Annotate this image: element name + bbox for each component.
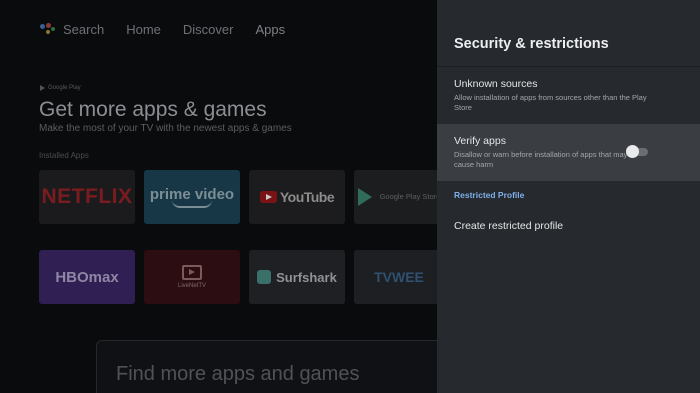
app-tile-prime-video[interactable]: prime video xyxy=(144,170,240,224)
restricted-profile-section-header: Restricted Profile xyxy=(454,190,525,200)
top-navigation: Search Home Discover Apps xyxy=(40,22,307,37)
installed-apps-label: Installed Apps xyxy=(39,151,89,160)
promo-subline: Make the most of your TV with the newest… xyxy=(39,123,292,134)
youtube-logo: YouTube xyxy=(279,189,335,205)
surfshark-icon xyxy=(257,270,272,284)
menu-item-create-restricted-profile[interactable]: Create restricted profile xyxy=(437,210,700,242)
unknown-sources-description: Allow installation of apps from sources … xyxy=(454,93,647,112)
create-restricted-profile-label: Create restricted profile xyxy=(454,220,564,232)
app-tile-livenettv[interactable]: LiveNetTV xyxy=(144,250,240,304)
livenettv-label: LiveNetTV xyxy=(177,283,206,289)
hbo-max-logo: HBOmax xyxy=(55,268,119,286)
search-label: Search xyxy=(63,22,105,37)
menu-item-unknown-sources[interactable]: Unknown sources Allow installation of ap… xyxy=(437,67,700,124)
netflix-logo: NETFLIX xyxy=(41,185,133,208)
app-tile-surfshark[interactable]: Surfshark xyxy=(249,250,345,304)
app-tile-tvwee[interactable]: TVWEE xyxy=(354,250,444,304)
verify-apps-toggle[interactable] xyxy=(626,145,650,158)
tvwee-logo: TVWEE xyxy=(374,269,424,285)
find-more-apps-label: Find more apps and games xyxy=(116,363,360,385)
google-play-icon xyxy=(40,85,45,91)
youtube-play-icon xyxy=(259,191,277,203)
menu-item-verify-apps[interactable]: Verify apps Disallow or warn before inst… xyxy=(437,124,700,181)
security-settings-panel: Security & restrictions Unknown sources … xyxy=(437,0,700,393)
app-tile-youtube[interactable]: YouTube xyxy=(249,170,345,224)
tab-home[interactable]: Home xyxy=(126,22,161,37)
promo-headline: Get more apps & games xyxy=(39,98,267,121)
google-play-label: Google Play xyxy=(48,85,81,91)
app-tile-hbo-max[interactable]: HBOmax xyxy=(39,250,135,304)
surfshark-logo: Surfshark xyxy=(276,269,337,285)
app-tile-google-play-store[interactable]: Google Play Store xyxy=(354,170,444,224)
play-store-label: Google Play Store xyxy=(379,192,441,201)
google-assistant-icon xyxy=(40,22,58,37)
panel-title: Security & restrictions xyxy=(454,36,609,52)
unknown-sources-title: Unknown sources xyxy=(454,78,538,90)
prime-smile-icon xyxy=(172,200,212,208)
google-play-badge: Google Play xyxy=(40,85,81,91)
verify-apps-title: Verify apps xyxy=(454,135,506,147)
tv-screen-icon xyxy=(182,265,202,280)
app-tile-netflix[interactable]: NETFLIX xyxy=(39,170,135,224)
tab-discover[interactable]: Discover xyxy=(183,22,234,37)
toggle-knob xyxy=(626,145,639,158)
tab-apps[interactable]: Apps xyxy=(255,22,285,37)
find-more-apps-card[interactable]: Find more apps and games xyxy=(96,340,456,393)
verify-apps-description: Disallow or warn before installation of … xyxy=(454,150,628,169)
search-button[interactable]: Search xyxy=(40,22,104,37)
play-store-icon xyxy=(357,188,372,206)
